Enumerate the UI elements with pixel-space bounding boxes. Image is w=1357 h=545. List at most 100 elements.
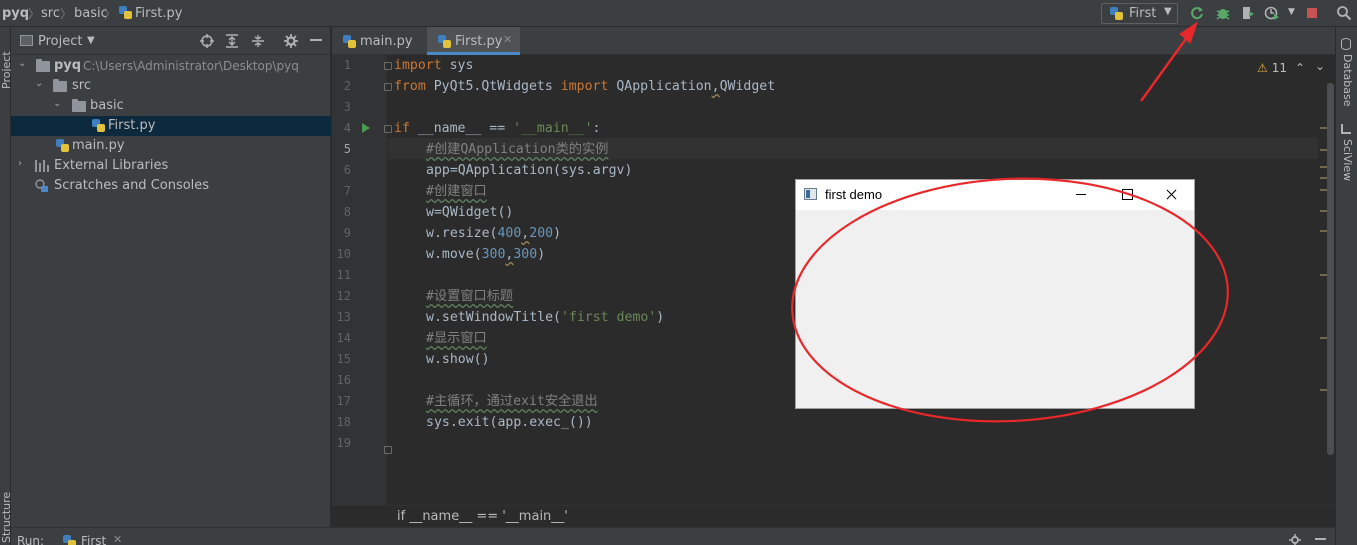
debug-icon[interactable] bbox=[1215, 5, 1231, 21]
project-panel: Project ▼ ⌄ pyq C:\Users\Administrator\D… bbox=[11, 27, 331, 527]
code-line-9: w.resize(400,200) bbox=[426, 226, 562, 241]
maximize-icon[interactable] bbox=[1104, 180, 1150, 210]
chevron-down-icon[interactable]: ⌄ bbox=[35, 78, 43, 89]
tree-item-root[interactable]: ⌄ pyq C:\Users\Administrator\Desktop\pyq bbox=[11, 56, 331, 76]
chevron-down-icon[interactable]: ⌄ bbox=[53, 98, 61, 109]
tree-item-main-py[interactable]: main.py bbox=[11, 136, 331, 156]
close-icon[interactable] bbox=[1148, 180, 1194, 210]
coverage-icon[interactable] bbox=[1240, 5, 1256, 21]
folder-icon bbox=[72, 99, 86, 112]
code-line-7: #创建窗口 bbox=[426, 184, 487, 199]
python-file-icon bbox=[56, 139, 69, 153]
tool-tab-database[interactable]: Database bbox=[1341, 54, 1354, 107]
folder-icon bbox=[53, 79, 67, 92]
code-line-18: sys.exit(app.exec_()) bbox=[426, 415, 593, 430]
inspection-widget[interactable]: ⚠ 11 bbox=[1257, 61, 1287, 77]
line-number: 11 bbox=[336, 268, 351, 282]
run-gutter-icon[interactable] bbox=[362, 123, 370, 133]
tree-item-label: Scratches and Consoles bbox=[54, 178, 210, 193]
collapse-all-icon[interactable] bbox=[251, 34, 265, 48]
code-line-12: #设置窗口标题 bbox=[426, 289, 514, 304]
breadcrumb-file[interactable]: First.py bbox=[135, 5, 182, 22]
python-file-icon bbox=[92, 119, 105, 133]
code-line-15: w.show() bbox=[426, 352, 490, 367]
breadcrumb-basic[interactable]: basic bbox=[74, 5, 108, 22]
chevron-down-icon[interactable]: ⌄ bbox=[1315, 59, 1325, 73]
chevron-down-icon[interactable]: ▼ bbox=[87, 35, 95, 46]
code-line-5: #创建QApplication类的实例 bbox=[426, 142, 609, 157]
tree-item-src[interactable]: ⌄ src bbox=[11, 76, 331, 96]
chevron-up-icon[interactable]: ⌃ bbox=[1295, 61, 1305, 75]
qt-demo-window[interactable]: first demo bbox=[795, 179, 1195, 409]
left-tool-strip: Project Structure bbox=[0, 27, 13, 545]
gear-icon[interactable] bbox=[284, 34, 298, 48]
close-icon[interactable]: ✕ bbox=[113, 533, 122, 545]
tab-first-py[interactable]: First.py ✕ bbox=[427, 27, 520, 55]
code-line-6: app=QApplication(sys.argv) bbox=[426, 163, 633, 178]
tab-main-py[interactable]: main.py bbox=[332, 27, 427, 55]
project-panel-header: Project ▼ bbox=[11, 27, 331, 55]
line-number: 16 bbox=[336, 373, 351, 387]
line-number: 2 bbox=[343, 79, 351, 93]
tree-item-path: C:\Users\Administrator\Desktop\pyq bbox=[83, 59, 299, 73]
tree-item-first-py[interactable]: First.py bbox=[11, 116, 331, 136]
chevron-down-icon[interactable]: ⌄ bbox=[18, 58, 26, 69]
rerun-icon[interactable] bbox=[1189, 5, 1205, 21]
tree-item-scratches[interactable]: Scratches and Consoles bbox=[11, 176, 331, 196]
run-tab-first[interactable]: First bbox=[81, 534, 106, 545]
project-panel-title[interactable]: Project bbox=[38, 34, 82, 49]
window-app-icon bbox=[804, 188, 817, 200]
python-file-icon bbox=[1110, 7, 1123, 21]
library-icon bbox=[35, 160, 49, 172]
line-number: 4 bbox=[343, 121, 351, 135]
search-icon[interactable] bbox=[1336, 5, 1352, 21]
locate-file-icon[interactable] bbox=[200, 34, 214, 48]
tree-item-label: basic bbox=[90, 98, 124, 113]
run-configuration-selector[interactable]: First ▼ bbox=[1101, 3, 1178, 24]
tree-item-label: main.py bbox=[72, 138, 125, 153]
tree-item-label: pyq bbox=[54, 58, 82, 73]
minimize-icon[interactable] bbox=[1058, 180, 1104, 210]
close-icon[interactable]: ✕ bbox=[503, 33, 512, 46]
python-file-icon bbox=[63, 535, 76, 545]
line-number: 10 bbox=[336, 247, 351, 261]
python-file-icon bbox=[343, 35, 356, 49]
chevron-down-icon[interactable]: ▼ bbox=[1288, 7, 1295, 17]
warning-icon: ⚠ bbox=[1257, 61, 1268, 75]
line-number: 17 bbox=[336, 394, 351, 408]
chevron-right-icon[interactable]: › bbox=[18, 158, 22, 169]
breadcrumb-project[interactable]: pyq bbox=[2, 5, 29, 22]
code-line-14: #显示窗口 bbox=[426, 331, 487, 346]
vertical-scrollbar[interactable] bbox=[1327, 83, 1334, 455]
code-line-8: w=QWidget() bbox=[426, 205, 514, 220]
qt-window-titlebar[interactable]: first demo bbox=[796, 180, 1194, 210]
run-tool-window-bar: Run: First ✕ bbox=[11, 527, 1335, 545]
line-number: 18 bbox=[336, 415, 351, 429]
expand-all-icon[interactable] bbox=[225, 34, 239, 48]
stop-icon[interactable] bbox=[1304, 5, 1320, 21]
line-number: 5 bbox=[343, 142, 351, 156]
folder-icon bbox=[36, 59, 50, 72]
scratches-icon bbox=[35, 179, 48, 192]
editor-breadcrumb[interactable]: if __name__ == '__main__' bbox=[397, 509, 568, 524]
tree-item-basic[interactable]: ⌄ basic bbox=[11, 96, 331, 116]
hide-panel-icon[interactable] bbox=[310, 39, 322, 41]
tool-tab-sciview[interactable]: SciView bbox=[1341, 139, 1354, 181]
line-number: 12 bbox=[336, 289, 351, 303]
breadcrumb-src[interactable]: src bbox=[41, 5, 60, 22]
breadcrumb-separator: 〉 bbox=[60, 7, 73, 21]
line-number-gutter: 1 2 3 4 5 6 7 8 9 10 11 12 13 14 15 16 1… bbox=[332, 55, 392, 505]
tree-item-external-libraries[interactable]: › External Libraries bbox=[11, 156, 331, 176]
editor-breadcrumb-bar: if __name__ == '__main__' bbox=[332, 505, 1335, 527]
line-number: 8 bbox=[343, 205, 351, 219]
qt-window-title: first demo bbox=[825, 187, 883, 202]
python-file-icon bbox=[119, 6, 132, 20]
profile-icon[interactable] bbox=[1264, 5, 1280, 21]
run-configuration-label: First bbox=[1129, 6, 1157, 21]
right-tool-strip: Database SciView bbox=[1335, 27, 1357, 545]
hide-panel-icon[interactable] bbox=[1315, 538, 1326, 540]
gear-icon[interactable] bbox=[1289, 534, 1301, 545]
line-number: 19 bbox=[336, 436, 351, 450]
code-line-13: w.setWindowTitle('first demo') bbox=[426, 310, 665, 325]
line-number: 6 bbox=[343, 163, 351, 177]
